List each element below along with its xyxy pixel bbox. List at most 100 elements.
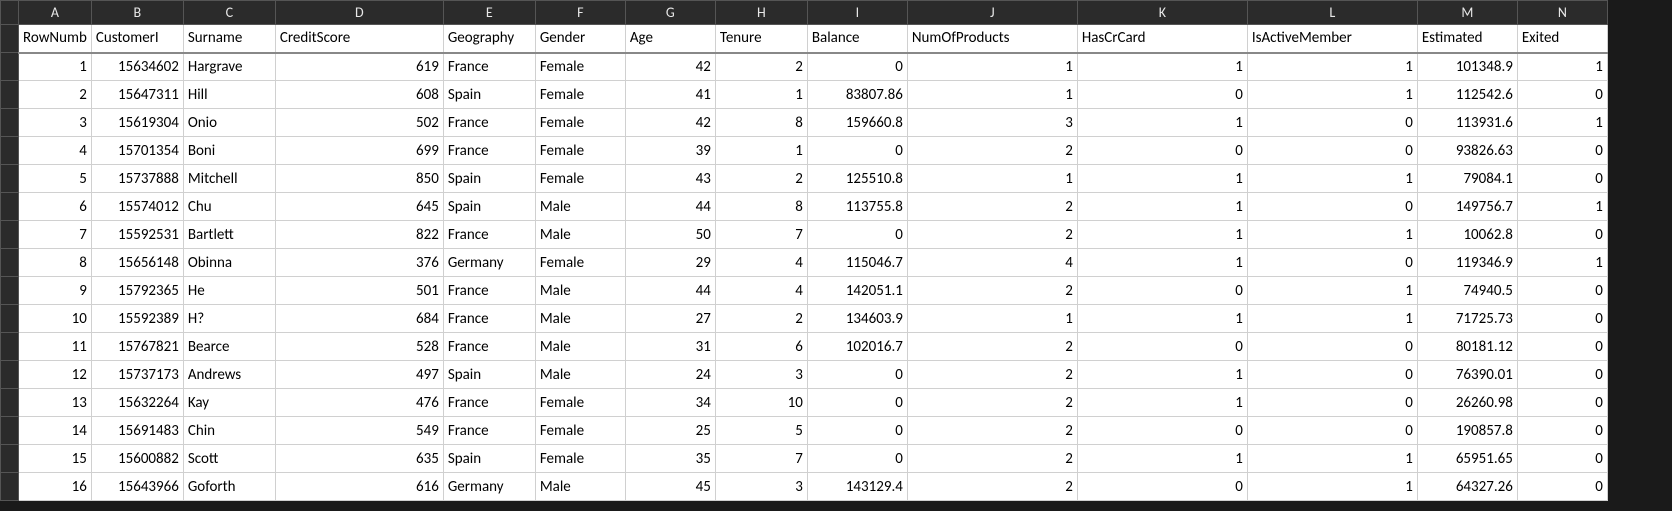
cell[interactable]: Spain	[443, 361, 535, 389]
select-all-corner[interactable]	[1, 1, 19, 25]
cell[interactable]: 74940.5	[1417, 277, 1517, 305]
cell[interactable]: 850	[275, 165, 443, 193]
cell[interactable]: 3	[715, 361, 807, 389]
cell[interactable]: 684	[275, 305, 443, 333]
cell[interactable]: 149756.7	[1417, 193, 1517, 221]
cell[interactable]: 0	[1517, 333, 1607, 361]
cell[interactable]: 1	[19, 53, 92, 81]
cell[interactable]: 2	[907, 389, 1077, 417]
cell[interactable]: 0	[1247, 193, 1417, 221]
cell[interactable]: Germany	[443, 249, 535, 277]
col-header-G[interactable]: G	[625, 1, 715, 25]
cell[interactable]: Chin	[183, 417, 275, 445]
cell[interactable]: HasCrCard	[1077, 25, 1247, 53]
row-header[interactable]	[1, 53, 19, 81]
cell[interactable]: 1	[907, 53, 1077, 81]
col-header-E[interactable]: E	[443, 1, 535, 25]
table-row[interactable]: 1515600882Scott635SpainFemale35702116595…	[1, 445, 1608, 473]
row-header[interactable]	[1, 109, 19, 137]
cell[interactable]: CustomerI	[91, 25, 183, 53]
cell[interactable]: 1	[1247, 305, 1417, 333]
cell[interactable]: Female	[535, 53, 625, 81]
cell[interactable]: 34	[625, 389, 715, 417]
cell[interactable]: 4	[907, 249, 1077, 277]
col-header-F[interactable]: F	[535, 1, 625, 25]
cell[interactable]: 11	[19, 333, 92, 361]
cell[interactable]: 15634602	[91, 53, 183, 81]
row-header[interactable]	[1, 305, 19, 333]
cell[interactable]: Spain	[443, 165, 535, 193]
cell[interactable]: Tenure	[715, 25, 807, 53]
cell[interactable]: France	[443, 109, 535, 137]
cell[interactable]: 3	[907, 109, 1077, 137]
cell[interactable]: 0	[1247, 417, 1417, 445]
cell[interactable]: 80181.12	[1417, 333, 1517, 361]
cell[interactable]: 5	[715, 417, 807, 445]
column-letter-row[interactable]: A B C D E F G H I J K L M N	[1, 1, 1608, 25]
cell[interactable]: 822	[275, 221, 443, 249]
cell[interactable]: 2	[907, 361, 1077, 389]
header-row[interactable]: RowNumb CustomerI Surname CreditScore Ge…	[1, 25, 1608, 53]
cell[interactable]: 1	[1077, 221, 1247, 249]
col-header-J[interactable]: J	[907, 1, 1077, 25]
cell[interactable]: 1	[907, 165, 1077, 193]
cell[interactable]: RowNumb	[19, 25, 92, 53]
cell[interactable]: 528	[275, 333, 443, 361]
row-header[interactable]	[1, 221, 19, 249]
col-header-C[interactable]: C	[183, 1, 275, 25]
cell[interactable]: Estimated	[1417, 25, 1517, 53]
col-header-K[interactable]: K	[1077, 1, 1247, 25]
table-row[interactable]: 915792365He501FranceMale444142051.120174…	[1, 277, 1608, 305]
cell[interactable]: France	[443, 53, 535, 81]
cell[interactable]: He	[183, 277, 275, 305]
col-header-H[interactable]: H	[715, 1, 807, 25]
cell[interactable]: 42	[625, 109, 715, 137]
cell[interactable]: 1	[1247, 165, 1417, 193]
cell[interactable]: 0	[1247, 109, 1417, 137]
cell[interactable]: France	[443, 417, 535, 445]
cell[interactable]: 0	[807, 221, 907, 249]
cell[interactable]: 2	[715, 165, 807, 193]
cell[interactable]: Male	[535, 361, 625, 389]
cell[interactable]: 112542.6	[1417, 81, 1517, 109]
cell[interactable]: France	[443, 389, 535, 417]
cell[interactable]: 1	[715, 81, 807, 109]
cell[interactable]: 0	[807, 417, 907, 445]
cell[interactable]: 93826.63	[1417, 137, 1517, 165]
cell[interactable]: France	[443, 305, 535, 333]
row-header[interactable]	[1, 277, 19, 305]
cell[interactable]: 2	[907, 333, 1077, 361]
cell[interactable]: France	[443, 277, 535, 305]
table-row[interactable]: 415701354Boni699FranceFemale391020093826…	[1, 137, 1608, 165]
cell[interactable]: 1	[1077, 389, 1247, 417]
cell[interactable]: 15656148	[91, 249, 183, 277]
cell[interactable]: 1	[907, 305, 1077, 333]
cell[interactable]: 1	[1077, 193, 1247, 221]
cell[interactable]: Female	[535, 249, 625, 277]
cell[interactable]: Goforth	[183, 473, 275, 501]
cell[interactable]: 2	[907, 193, 1077, 221]
cell[interactable]: 12	[19, 361, 92, 389]
col-header-I[interactable]: I	[807, 1, 907, 25]
cell[interactable]: 1	[1077, 361, 1247, 389]
cell[interactable]: 41	[625, 81, 715, 109]
cell[interactable]: 0	[807, 389, 907, 417]
cell[interactable]: 0	[807, 53, 907, 81]
cell[interactable]: Female	[535, 109, 625, 137]
cell[interactable]: Chu	[183, 193, 275, 221]
cell[interactable]: Exited	[1517, 25, 1607, 53]
col-header-M[interactable]: M	[1417, 1, 1517, 25]
cell[interactable]: 71725.73	[1417, 305, 1517, 333]
cell[interactable]: 6	[19, 193, 92, 221]
cell[interactable]: 1	[907, 81, 1077, 109]
cell[interactable]: Spain	[443, 81, 535, 109]
cell[interactable]: Female	[535, 81, 625, 109]
cell[interactable]: 1	[1247, 221, 1417, 249]
cell[interactable]: Male	[535, 333, 625, 361]
cell[interactable]: 27	[625, 305, 715, 333]
cell[interactable]: IsActiveMember	[1247, 25, 1417, 53]
cell[interactable]: Andrews	[183, 361, 275, 389]
row-header[interactable]	[1, 333, 19, 361]
table-row[interactable]: 1415691483Chin549FranceFemale25502001908…	[1, 417, 1608, 445]
table-row[interactable]: 1215737173Andrews497SpainMale24302107639…	[1, 361, 1608, 389]
